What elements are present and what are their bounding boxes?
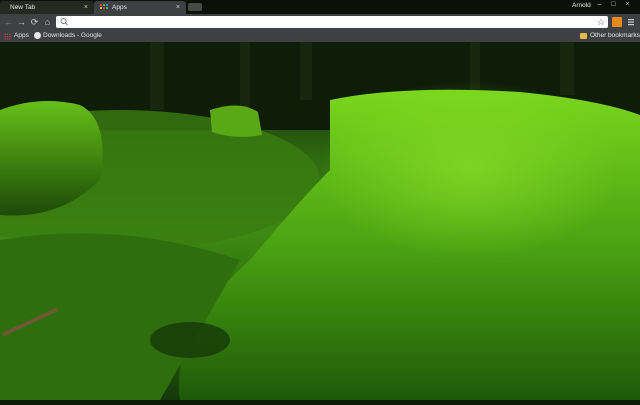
bookmark-downloads[interactable]: Downloads - Google xyxy=(34,30,102,42)
bookmark-label: Other bookmarks xyxy=(590,32,640,39)
browser-toolbar: ← → ⟳ ⌂ ☆ xyxy=(0,14,640,30)
home-icon[interactable]: ⌂ xyxy=(42,17,53,28)
folder-icon xyxy=(580,33,587,39)
bookmarks-bar: Apps Downloads - Google Other bookmarks xyxy=(0,30,640,42)
star-icon[interactable]: ☆ xyxy=(597,16,605,28)
apps-grid-icon xyxy=(4,33,11,40)
apps-grid-icon xyxy=(100,4,108,9)
back-icon[interactable]: ← xyxy=(3,17,14,28)
tab-new-tab[interactable]: New Tab × xyxy=(0,1,94,14)
new-tab-button[interactable] xyxy=(188,3,202,11)
bookmark-label: Apps xyxy=(14,32,29,39)
tab-apps[interactable]: Apps × xyxy=(94,1,186,14)
tab-strip: New Tab × Apps × Arnold – □ × xyxy=(0,0,640,14)
tab-title: New Tab xyxy=(10,4,36,11)
new-tab-page xyxy=(0,42,640,400)
other-bookmarks[interactable]: Other bookmarks xyxy=(580,30,640,42)
close-window-icon[interactable]: × xyxy=(622,0,633,10)
tab-title: Apps xyxy=(112,4,127,11)
minimize-icon[interactable]: – xyxy=(594,0,605,10)
search-icon xyxy=(60,18,68,26)
tab-close-icon[interactable]: × xyxy=(84,1,88,14)
forward-icon[interactable]: → xyxy=(16,17,27,28)
bookmark-label: Downloads - Google xyxy=(43,32,102,39)
tab-close-icon[interactable]: × xyxy=(176,1,180,14)
bookmark-favicon-icon xyxy=(34,32,41,39)
menu-icon[interactable] xyxy=(626,17,636,27)
profile-name[interactable]: Arnold xyxy=(572,0,591,12)
extension-icon[interactable] xyxy=(612,17,622,27)
omnibox-input[interactable] xyxy=(72,17,572,27)
bookmark-apps[interactable]: Apps xyxy=(4,30,29,42)
address-bar[interactable]: ☆ xyxy=(56,16,608,28)
maximize-icon[interactable]: □ xyxy=(608,0,619,10)
reload-icon[interactable]: ⟳ xyxy=(29,17,40,28)
